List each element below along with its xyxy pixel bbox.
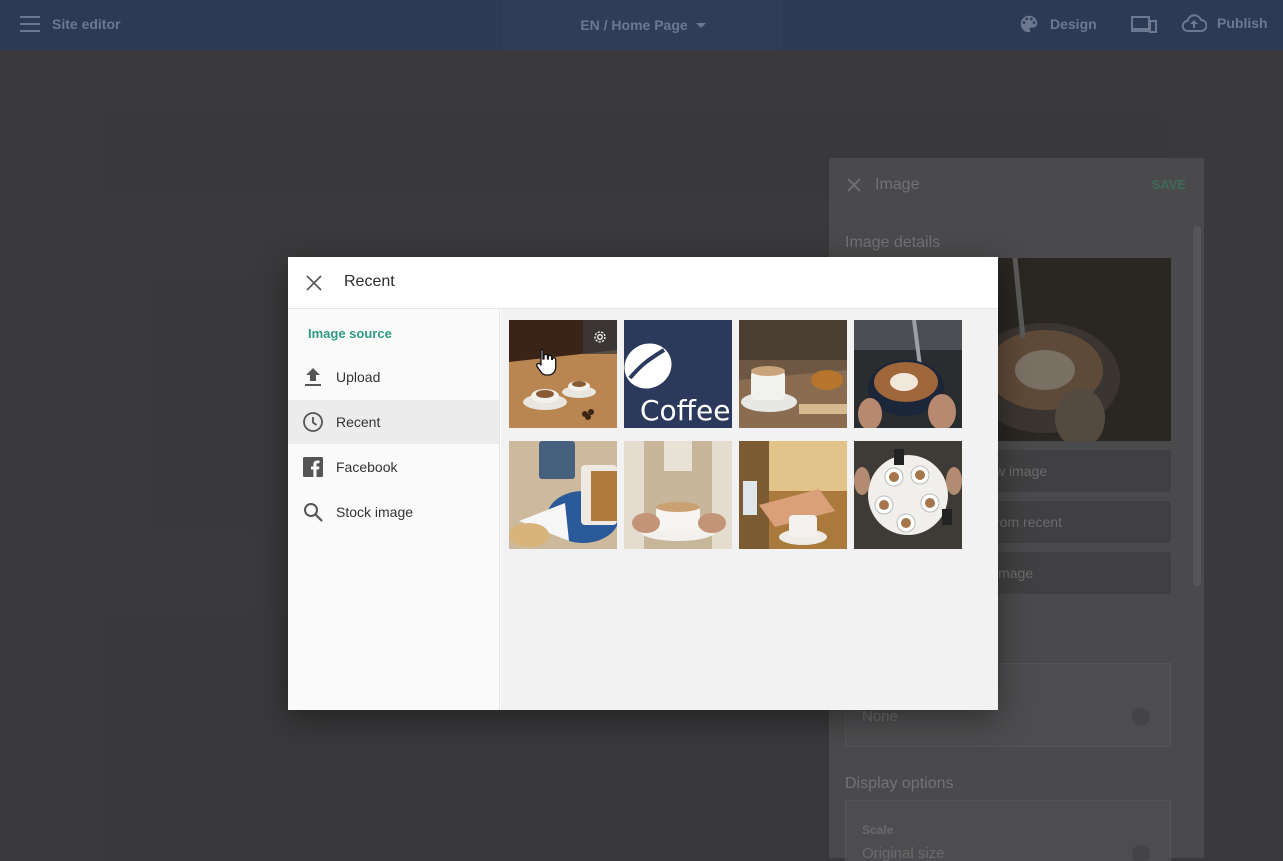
design-label: Design	[1050, 16, 1097, 32]
top-bar: Site editor EN / Home Page Design Publis…	[0, 0, 1283, 50]
scale-value: Original size	[862, 845, 945, 861]
link-value: None	[862, 708, 898, 725]
save-button[interactable]: SAVE	[1152, 177, 1186, 192]
page-selector[interactable]: EN / Home Page	[503, 0, 783, 50]
clock-icon	[302, 411, 324, 433]
scale-label: Scale	[862, 823, 894, 837]
upload-icon	[302, 366, 324, 388]
source-stock-image[interactable]: Stock image	[288, 490, 499, 534]
recent-image-thumbnail[interactable]	[739, 441, 847, 549]
caret-down-icon	[695, 22, 706, 28]
search-icon	[302, 501, 324, 523]
palette-icon	[1020, 15, 1038, 33]
dialog-title: Recent	[344, 273, 395, 290]
page-selector-label: EN / Home Page	[580, 17, 688, 33]
menu-icon[interactable]	[20, 16, 40, 32]
panel-scrollbar[interactable]	[1193, 226, 1201, 586]
source-stock-image-label: Stock image	[336, 504, 414, 520]
recent-images-grid: Coffee	[501, 309, 998, 710]
chevron-down-icon	[1132, 708, 1150, 726]
cloud-upload-icon	[1181, 14, 1207, 32]
devices-icon	[1131, 16, 1157, 33]
coffee-logo-text: Coffee	[640, 394, 731, 427]
image-source-label: Image source	[308, 326, 392, 341]
publish-label: Publish	[1217, 15, 1268, 31]
facebook-icon	[302, 456, 324, 478]
device-preview-button[interactable]	[1131, 14, 1157, 41]
source-facebook[interactable]: Facebook	[288, 445, 499, 489]
page-content-block	[153, 275, 273, 530]
recent-image-thumbnail[interactable]	[509, 441, 617, 549]
publish-button[interactable]: Publish	[1181, 13, 1268, 33]
design-button[interactable]: Design	[1018, 13, 1097, 35]
source-upload[interactable]: Upload	[288, 355, 499, 399]
close-dialog-button[interactable]	[305, 274, 323, 292]
source-recent-label: Recent	[336, 414, 381, 430]
close-icon[interactable]	[847, 178, 861, 192]
display-options-heading: Display options	[845, 775, 954, 792]
source-facebook-label: Facebook	[336, 459, 398, 475]
recent-image-thumbnail[interactable]	[854, 441, 962, 549]
image-details-heading: Image details	[845, 234, 941, 251]
recent-image-thumbnail[interactable]	[509, 320, 617, 428]
scale-select[interactable]: Scale Original size	[845, 800, 1171, 861]
dialog-header: Recent	[288, 257, 998, 309]
chevron-down-icon	[1132, 845, 1150, 861]
source-upload-label: Upload	[336, 369, 381, 385]
close-icon	[306, 275, 322, 291]
image-picker-dialog: Recent Image source Upload Recent Facebo…	[288, 257, 998, 710]
gear-icon[interactable]	[583, 320, 617, 354]
image-source-sidebar: Image source Upload Recent Facebook Stoc…	[288, 309, 500, 710]
recent-image-thumbnail[interactable]	[739, 320, 847, 428]
recent-image-thumbnail[interactable]	[854, 320, 962, 428]
app-title: Site editor	[52, 16, 121, 32]
recent-image-thumbnail[interactable]	[624, 441, 732, 549]
source-recent[interactable]: Recent	[288, 400, 499, 444]
recent-image-thumbnail[interactable]: Coffee	[624, 320, 732, 428]
panel-title: Image	[875, 176, 920, 193]
